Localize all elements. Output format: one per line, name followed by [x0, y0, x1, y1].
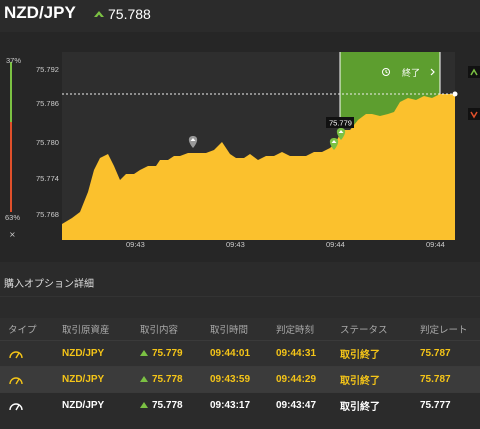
content-cell: 75.778: [138, 374, 208, 385]
x-tick: 09:43: [226, 240, 245, 249]
meter-close-icon[interactable]: ×: [9, 230, 16, 239]
meter-top-pct: 37%: [6, 56, 22, 65]
up-arrow-icon: [94, 11, 104, 17]
th-content: 取引内容: [140, 325, 179, 336]
asset-cell: NZD/JPY: [62, 348, 105, 359]
x-tick: 09:44: [326, 240, 345, 249]
up-arrow-icon: [140, 350, 148, 357]
type-cell: [0, 374, 58, 386]
tooltip-text: 75.779: [329, 119, 352, 128]
section-title: 購入オプション詳細: [4, 279, 94, 290]
gauge-icon: [9, 376, 23, 384]
gauge-icon: [9, 402, 23, 410]
y-tick: 75.780: [36, 138, 59, 147]
up-arrow-icon: [140, 402, 148, 409]
judge-cell: 09:43:47: [276, 400, 317, 411]
price-chart[interactable]: 75.792 75.786 75.780 75.774 75.768 09:43…: [0, 32, 480, 262]
th-asset: 取引原資産: [62, 325, 110, 336]
meter-up-bar: [10, 62, 12, 122]
judge-cell: 09:44:31: [276, 348, 317, 359]
put-button: [468, 108, 480, 120]
th-judge: 判定時刻: [276, 325, 315, 336]
rate-cell: 75.777: [420, 400, 451, 411]
rate-cell: 75.787: [420, 374, 451, 385]
th-status: ステータス: [340, 325, 388, 336]
call-button: [468, 66, 480, 78]
currency-pair-title: NZD/JPY: [4, 3, 76, 22]
x-tick: 09:44: [426, 240, 445, 249]
rate-cell: 75.787: [420, 348, 451, 359]
table-row[interactable]: NZD/JPY 75.778 09:43:59 09:44:29 取引終了 75…: [0, 366, 480, 392]
asset-cell: NZD/JPY: [62, 400, 105, 411]
x-tick: 09:43: [126, 240, 145, 249]
time-cell: 09:43:59: [210, 374, 251, 385]
time-cell: 09:44:01: [210, 348, 251, 359]
content-cell: 75.778: [138, 400, 208, 411]
type-cell: [0, 348, 58, 360]
header-bar: NZD/JPY 75.788: [0, 0, 480, 32]
meter-down-bar: [10, 122, 12, 212]
table-header: タイプ 取引原資産 取引内容 取引時間 判定時刻 ステータス 判定レート: [0, 318, 480, 340]
judge-cell: 09:44:29: [276, 374, 317, 385]
table-row[interactable]: NZD/JPY 75.779 09:44:01 09:44:31 取引終了 75…: [0, 340, 480, 366]
status-cell: 取引終了: [340, 376, 380, 387]
meter-bottom-pct: 63%: [5, 213, 21, 222]
th-time: 取引時間: [210, 325, 249, 336]
end-label: 終了: [402, 67, 420, 79]
th-type: タイプ: [8, 325, 37, 336]
table-row[interactable]: NZD/JPY 75.778 09:43:17 09:43:47 取引終了 75…: [0, 392, 480, 418]
time-cell: 09:43:17: [210, 400, 251, 411]
section-divider: [0, 296, 480, 318]
asset-cell: NZD/JPY: [62, 374, 105, 385]
current-price: 75.788: [108, 6, 151, 22]
options-table: タイプ 取引原資産 取引内容 取引時間 判定時刻 ステータス 判定レート NZD…: [0, 318, 480, 418]
y-tick: 75.768: [36, 210, 59, 219]
current-price-dot: [452, 91, 458, 97]
gauge-icon: [9, 350, 23, 358]
up-arrow-icon: [140, 376, 148, 383]
type-cell: [0, 400, 58, 412]
y-tick: 75.786: [36, 99, 59, 108]
status-cell: 取引終了: [340, 402, 380, 413]
status-cell: 取引終了: [340, 350, 380, 361]
y-tick: 75.792: [36, 65, 59, 74]
th-rate: 判定レート: [420, 325, 468, 336]
content-cell: 75.779: [138, 348, 208, 359]
y-tick: 75.774: [36, 174, 59, 183]
